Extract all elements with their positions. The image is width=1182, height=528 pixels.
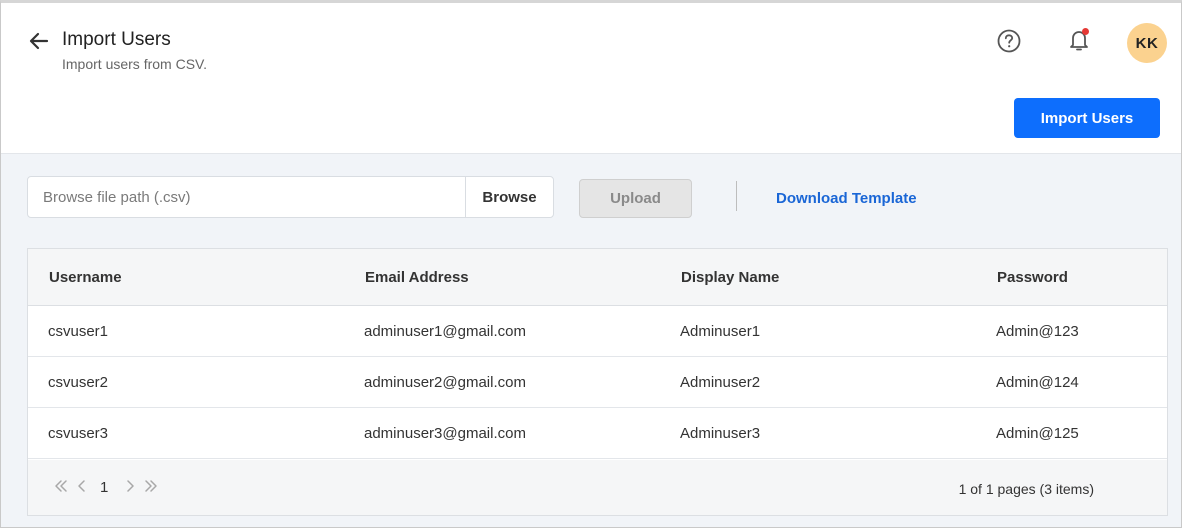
- file-picker: Browse: [27, 176, 554, 218]
- table-row[interactable]: csvuser2 adminuser2@gmail.com Adminuser2…: [28, 357, 1167, 408]
- arrow-left-icon: [27, 29, 51, 58]
- cell-password: Admin@123: [996, 322, 1079, 340]
- upload-button[interactable]: Upload: [579, 179, 692, 218]
- page-number-current[interactable]: 1: [100, 479, 108, 496]
- pager: 1 1 of 1 pages (3 items): [28, 460, 1167, 515]
- prev-page-icon[interactable]: [73, 477, 91, 495]
- file-path-input[interactable]: [28, 177, 465, 217]
- back-button[interactable]: [25, 29, 53, 57]
- column-header-password[interactable]: Password: [997, 269, 1068, 286]
- cell-username: csvuser1: [48, 322, 109, 340]
- column-header-email[interactable]: Email Address: [365, 269, 469, 286]
- cell-password: Admin@124: [996, 373, 1079, 391]
- pager-info: 1 of 1 pages (3 items): [958, 481, 1094, 497]
- users-table: Username Email Address Display Name Pass…: [27, 248, 1168, 516]
- help-button[interactable]: [995, 29, 1023, 57]
- cell-email: adminuser1@gmail.com: [364, 322, 526, 340]
- import-users-button[interactable]: Import Users: [1014, 98, 1160, 138]
- browse-button[interactable]: Browse: [465, 177, 553, 217]
- page-title: Import Users: [62, 29, 171, 50]
- column-header-display-name[interactable]: Display Name: [681, 269, 779, 286]
- cell-display-name: Adminuser3: [680, 424, 761, 442]
- notification-badge: [1082, 28, 1089, 35]
- table-row[interactable]: csvuser1 adminuser1@gmail.com Adminuser1…: [28, 306, 1167, 357]
- cell-password: Admin@125: [996, 424, 1079, 442]
- toolbar-divider: [736, 181, 737, 211]
- first-page-icon[interactable]: [52, 477, 70, 495]
- table-row[interactable]: csvuser3 adminuser3@gmail.com Adminuser3…: [28, 408, 1167, 459]
- cell-username: csvuser3: [48, 424, 109, 442]
- cell-email: adminuser2@gmail.com: [364, 373, 526, 391]
- cell-display-name: Adminuser1: [680, 322, 761, 340]
- cell-username: csvuser2: [48, 373, 109, 391]
- page-subtitle: Import users from CSV.: [62, 56, 207, 72]
- cell-display-name: Adminuser2: [680, 373, 761, 391]
- avatar[interactable]: KK: [1127, 23, 1167, 63]
- notifications-button[interactable]: [1065, 27, 1093, 57]
- table-header-row: Username Email Address Display Name Pass…: [28, 249, 1167, 306]
- download-template-link[interactable]: Download Template: [776, 190, 917, 207]
- next-page-icon[interactable]: [121, 477, 139, 495]
- page-header: Import Users Import users from CSV. KK I…: [1, 3, 1181, 154]
- cell-email: adminuser3@gmail.com: [364, 424, 526, 442]
- import-users-page: Import Users Import users from CSV. KK I…: [0, 0, 1182, 528]
- help-circle-icon: [996, 28, 1022, 59]
- column-header-username[interactable]: Username: [49, 269, 122, 286]
- last-page-icon[interactable]: [142, 477, 160, 495]
